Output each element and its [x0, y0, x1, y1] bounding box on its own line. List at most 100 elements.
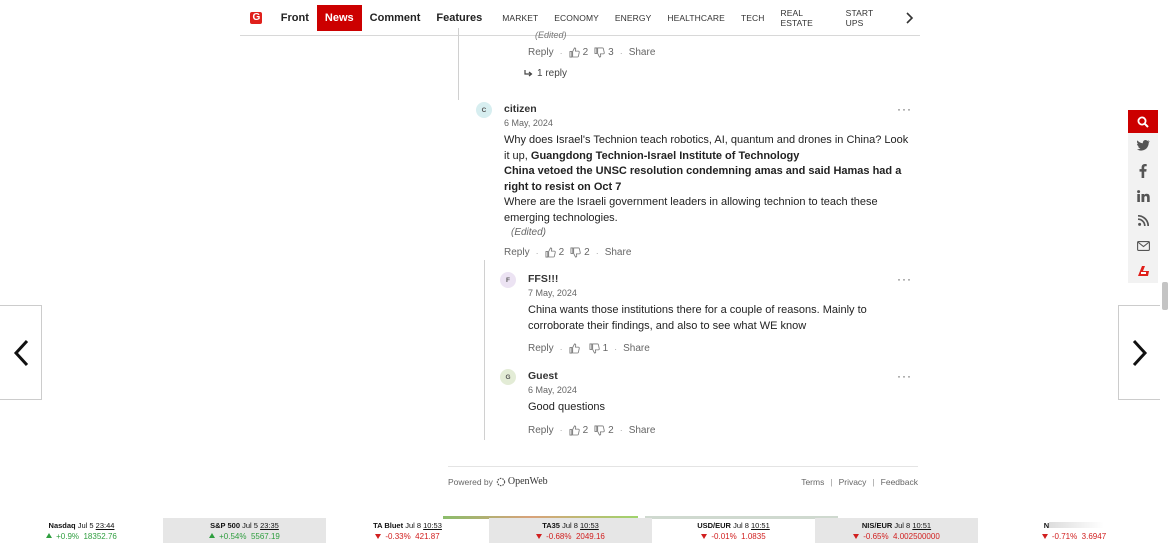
thumbs-down-icon — [589, 343, 600, 354]
separator: · — [559, 343, 563, 354]
arrow-down-icon — [853, 534, 860, 539]
nav-next-button[interactable] — [901, 5, 920, 31]
terms-link[interactable]: Terms — [801, 477, 824, 487]
reply-button[interactable]: Reply — [528, 47, 554, 58]
nav-item-front[interactable]: Front — [273, 5, 317, 31]
openweb-logo[interactable]: OpenWeb — [496, 476, 548, 487]
nav-item-energy[interactable]: ENERGY — [607, 13, 660, 23]
nav-item-economy[interactable]: ECONOMY — [546, 13, 607, 23]
linkedin-share-button[interactable] — [1128, 183, 1158, 208]
openweb-icon — [496, 477, 506, 486]
comment-author[interactable]: FFS!!! — [528, 273, 914, 285]
ticker-item-ta35[interactable]: TA35 Jul 8 10:53 -0.68% 2049.16 — [489, 518, 652, 543]
feedback-link[interactable]: Feedback — [881, 477, 918, 487]
ticker-name: TA Bluet — [373, 521, 404, 530]
ticker-item-nis-eur[interactable]: NIS/EUR Jul 8 10:51 -0.65% 4.002500000 — [815, 518, 978, 543]
reply-button[interactable]: Reply — [504, 247, 530, 258]
ticker-value: 5567.19 — [250, 532, 280, 541]
comment-text: Where are the Israeli government leaders… — [504, 196, 878, 224]
section-nav: MARKET ECONOMY ENERGY HEALTHCARE TECH RE… — [494, 8, 894, 28]
thumbs-down-icon — [594, 47, 605, 58]
share-sidebar — [1128, 110, 1158, 283]
like-button[interactable]: 2 — [569, 47, 588, 58]
arrow-down-icon — [536, 534, 543, 539]
search-button[interactable] — [1128, 110, 1158, 133]
view-replies-link[interactable]: 1 reply — [524, 68, 567, 79]
ticker-time: 10:53 — [423, 521, 442, 530]
ticker-time: 10:51 — [751, 521, 770, 530]
comment-actions: Reply · 1 · Share — [528, 343, 914, 354]
reply-button[interactable]: Reply — [528, 425, 554, 436]
dislike-button[interactable]: 3 — [594, 47, 614, 58]
share-button[interactable]: Share — [629, 47, 656, 58]
nav-item-healthcare[interactable]: HEALTHCARE — [659, 13, 733, 23]
share-button[interactable]: Share — [605, 247, 632, 258]
ticker-change: +0.54% — [219, 532, 247, 541]
more-options-icon[interactable]: ··· — [897, 369, 912, 383]
ticker-date: Jul 8 — [733, 521, 749, 530]
more-options-icon[interactable]: ··· — [897, 272, 912, 286]
nav-item-tech[interactable]: TECH — [733, 13, 773, 23]
comment-bold-text: China vetoed the UNSC resolution condemn… — [504, 165, 902, 193]
dislike-button[interactable]: 1 — [589, 343, 608, 354]
ticker-value: 421.87 — [415, 532, 440, 541]
reply-button[interactable]: Reply — [528, 343, 554, 354]
ticker-item-ta-bluet[interactable]: TA Bluet Jul 8 10:53 -0.33% 421.87 — [326, 518, 489, 543]
separator: · — [595, 247, 599, 258]
separator: · — [619, 47, 623, 58]
share-button[interactable]: Share — [629, 425, 656, 436]
rss-button[interactable] — [1128, 208, 1158, 233]
ticker-name: TA35 — [542, 521, 560, 530]
thread-line — [458, 28, 459, 100]
more-options-icon[interactable]: ··· — [897, 102, 912, 116]
separator: | — [872, 476, 875, 487]
dislike-count: 3 — [608, 47, 614, 58]
like-button[interactable]: 2 — [545, 247, 564, 258]
dislike-button[interactable]: 2 — [570, 247, 590, 258]
chevron-right-icon — [1132, 339, 1147, 366]
twitter-share-button[interactable] — [1128, 133, 1158, 158]
facebook-share-button[interactable] — [1128, 158, 1158, 183]
nav-item-news[interactable]: News — [316, 4, 362, 31]
nav-item-comment[interactable]: Comment — [362, 5, 429, 31]
edited-label: (Edited) — [535, 30, 567, 40]
ticker-item-sp500[interactable]: S&P 500 Jul 5 23:35 +0.54% 5567.19 — [163, 518, 326, 543]
footer-links: Terms | Privacy | Feedback — [801, 477, 918, 487]
ticker-item-usd-eur[interactable]: USD/EUR Jul 8 10:51 -0.01% 1.0835 — [652, 518, 815, 543]
powered-by-label: Powered by — [448, 476, 493, 487]
comment-body: China wants those institutions there for… — [528, 304, 867, 332]
scrollbar-thumb[interactable] — [1162, 282, 1168, 310]
comment-body: Good questions — [528, 401, 606, 413]
ticker-item-nasdaq[interactable]: Nasdaq Jul 5 23:44 +0.9% 18352.76 — [0, 518, 163, 543]
like-count: 2 — [582, 424, 589, 436]
email-share-button[interactable] — [1128, 233, 1158, 258]
avatar[interactable]: F — [500, 272, 516, 288]
comment-author[interactable]: Guest — [528, 370, 914, 382]
nav-item-real-estate[interactable]: REAL ESTATE — [772, 8, 837, 28]
app-logo-icon — [1137, 265, 1149, 276]
ticker-item-partial[interactable]: N -0.71% 3.6947 — [978, 518, 1170, 543]
separator: · — [614, 343, 618, 354]
comments-footer: Powered by OpenWeb Terms | Privacy | Fee… — [448, 466, 918, 496]
share-button[interactable]: Share — [623, 343, 650, 354]
like-button[interactable] — [569, 343, 583, 354]
ticker-name: Nasdaq — [48, 521, 76, 530]
next-article-button[interactable] — [1118, 305, 1160, 400]
nav-item-market[interactable]: MARKET — [494, 13, 546, 23]
site-logo[interactable]: G — [240, 0, 273, 36]
ticker-name: NIS/EUR — [861, 521, 893, 530]
ticker-value: 3.6947 — [1081, 532, 1107, 541]
arrow-up-icon — [209, 533, 216, 538]
avatar[interactable]: G — [500, 369, 516, 385]
like-button[interactable]: 2 — [569, 424, 589, 436]
avatar[interactable]: C — [476, 102, 492, 118]
dislike-button[interactable]: 2 — [594, 425, 614, 436]
nav-item-start-ups[interactable]: START UPS — [838, 8, 895, 28]
app-button[interactable] — [1128, 258, 1158, 283]
nav-item-features[interactable]: Features — [428, 5, 490, 31]
ticker-value: 18352.76 — [83, 532, 117, 541]
comment-author[interactable]: citizen — [504, 103, 914, 115]
privacy-link[interactable]: Privacy — [839, 477, 867, 487]
previous-article-button[interactable] — [0, 305, 42, 400]
comment-date: 7 May, 2024 — [528, 288, 577, 298]
